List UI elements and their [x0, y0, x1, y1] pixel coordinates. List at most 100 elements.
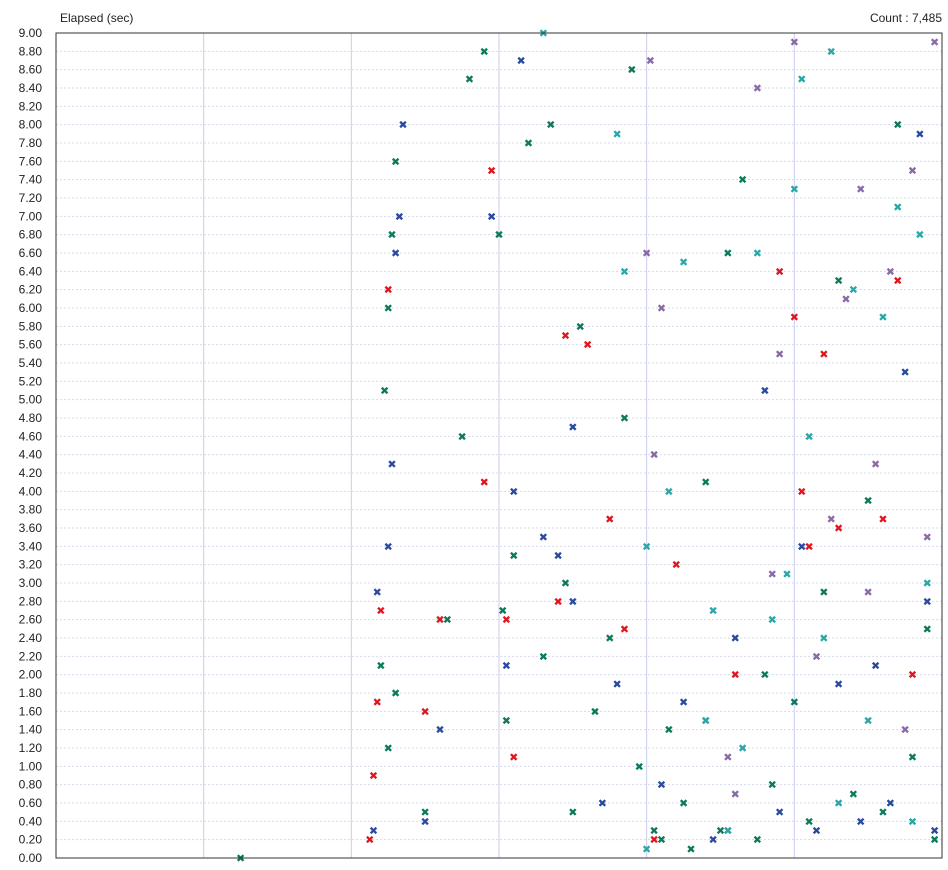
scatter-point: ✖ — [517, 55, 526, 68]
scatter-point: ✖ — [487, 165, 496, 178]
y-tick-label: 2.60 — [19, 613, 43, 627]
scatter-point: ✖ — [387, 458, 396, 471]
scatter-point: ✖ — [524, 137, 533, 150]
scatter-point: ✖ — [480, 476, 489, 489]
scatter-point: ✖ — [723, 751, 732, 764]
scatter-point: ✖ — [709, 605, 718, 618]
scatter-point: ✖ — [760, 385, 769, 398]
scatter-point: ✖ — [864, 495, 873, 508]
y-tick-label: 7.00 — [19, 209, 43, 223]
scatter-point: ✖ — [709, 834, 718, 847]
scatter-point: ✖ — [701, 715, 710, 728]
scatter-point: ✖ — [827, 45, 836, 58]
scatter-point: ✖ — [900, 724, 909, 737]
scatter-point: ✖ — [391, 155, 400, 168]
scatter-point: ✖ — [613, 128, 622, 141]
scatter-chart: 0.00 0.20 0.40 0.60 0.80 1.00 1.20 1.40 1.60 1.80… — [19, 26, 943, 865]
scatter-point: ✖ — [605, 513, 614, 526]
y-tick-label: 1.00 — [19, 759, 43, 773]
scatter-point: ✖ — [590, 705, 599, 718]
scatter-point: ✖ — [421, 815, 430, 828]
scatter-point: ✖ — [908, 751, 917, 764]
scatter-point: ✖ — [620, 265, 629, 278]
scatter-point: ✖ — [539, 531, 548, 544]
y-tick-label: 7.20 — [19, 191, 43, 205]
scatter-point: ✖ — [886, 797, 895, 810]
scatter-point: ✖ — [568, 421, 577, 434]
y-tick-label: 2.80 — [19, 594, 43, 608]
scatter-point: ✖ — [583, 339, 592, 352]
y-tick-label: 8.00 — [19, 118, 43, 132]
scatter-point: ✖ — [797, 485, 806, 498]
y-tick-label: 4.00 — [19, 484, 43, 498]
scatter-point: ✖ — [731, 632, 740, 645]
scatter-point: ✖ — [738, 174, 747, 187]
scatter-point: ✖ — [605, 632, 614, 645]
scatter-point: ✖ — [893, 119, 902, 132]
scatter-point: ✖ — [900, 366, 909, 379]
scatter-point: ✖ — [664, 724, 673, 737]
y-tick-label: 0.20 — [19, 833, 43, 847]
scatter-point: ✖ — [804, 540, 813, 553]
scatter-point: ✖ — [701, 476, 710, 489]
scatter-point: ✖ — [782, 568, 791, 581]
scatter-point: ✖ — [908, 165, 917, 178]
scatter-point: ✖ — [657, 302, 666, 315]
scatter-point: ✖ — [365, 834, 374, 847]
y-tick-label: 5.00 — [19, 393, 43, 407]
y-tick-label: 0.60 — [19, 796, 43, 810]
y-tick-label: 5.40 — [19, 356, 43, 370]
data-points: ✖ ✖ ✖ ✖ ✖ ✖ ✖ ✖ ✖ ✖ ✖ ✖ ✖ ✖ ✖ ✖ ✖ ✖ ✖ ✖ ✖ ✖ ✖ ✖ ✖ ✖ ✖ ✖ ✖ ✖ ✖ ✖ ✖ ✖ ✖ ✖ ✖ ✖ ✖ ✖… — [236, 27, 939, 865]
y-tick-label: 4.80 — [19, 411, 43, 425]
scatter-point: ✖ — [768, 568, 777, 581]
scatter-point: ✖ — [915, 128, 924, 141]
scatter-point: ✖ — [790, 311, 799, 324]
scatter-point: ✖ — [384, 540, 393, 553]
scatter-point: ✖ — [457, 430, 466, 443]
scatter-point: ✖ — [568, 595, 577, 608]
scatter-point: ✖ — [893, 201, 902, 214]
y-tick-label: 3.60 — [19, 521, 43, 535]
scatter-point: ✖ — [502, 715, 511, 728]
scatter-point: ✖ — [576, 320, 585, 333]
y-tick-label: 1.20 — [19, 741, 43, 755]
scatter-point: ✖ — [395, 210, 404, 223]
scatter-point: ✖ — [834, 678, 843, 691]
scatter-point: ✖ — [908, 815, 917, 828]
scatter-point: ✖ — [753, 834, 762, 847]
scatter-point: ✖ — [421, 705, 430, 718]
scatter-point: ✖ — [494, 229, 503, 242]
scatter-point: ✖ — [804, 430, 813, 443]
scatter-point: ✖ — [915, 229, 924, 242]
scatter-point: ✖ — [398, 119, 407, 132]
scatter-point: ✖ — [723, 247, 732, 260]
scatter-point: ✖ — [487, 210, 496, 223]
scatter-point: ✖ — [502, 660, 511, 673]
y-tick-label: 1.60 — [19, 704, 43, 718]
scatter-point: ✖ — [553, 595, 562, 608]
scatter-point: ✖ — [923, 531, 932, 544]
scatter-point: ✖ — [819, 632, 828, 645]
scatter-point: ✖ — [539, 650, 548, 663]
scatter-point: ✖ — [435, 724, 444, 737]
scatter-point: ✖ — [509, 485, 518, 498]
scatter-point: ✖ — [878, 513, 887, 526]
y-tick-label: 7.40 — [19, 173, 43, 187]
y-tick-label: 0.80 — [19, 778, 43, 792]
scatter-point: ✖ — [509, 751, 518, 764]
scatter-point: ✖ — [546, 119, 555, 132]
y-tick-label: 6.00 — [19, 301, 43, 315]
scatter-point: ✖ — [871, 660, 880, 673]
y-tick-label: 6.80 — [19, 228, 43, 242]
y-tick-label: 4.40 — [19, 448, 43, 462]
y-tick-label: 4.60 — [19, 429, 43, 443]
scatter-point: ✖ — [686, 843, 695, 856]
scatter-point: ✖ — [812, 825, 821, 838]
scatter-point: ✖ — [480, 45, 489, 58]
scatter-point: ✖ — [797, 73, 806, 86]
scatter-point: ✖ — [827, 513, 836, 526]
scatter-point: ✖ — [646, 55, 655, 68]
scatter-point: ✖ — [553, 550, 562, 563]
scatter-point: ✖ — [376, 605, 385, 618]
scatter-point: ✖ — [620, 412, 629, 425]
